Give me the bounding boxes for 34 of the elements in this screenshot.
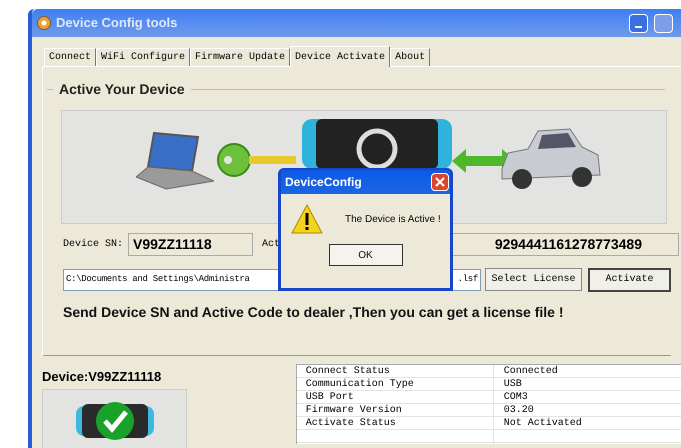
active-code-label: Act — [262, 238, 280, 252]
table-cell: Activate Status — [296, 417, 494, 429]
tab[interactable]: About — [390, 48, 430, 66]
tab[interactable]: Connect — [44, 48, 96, 66]
table-cell: USB Port — [296, 391, 494, 403]
dialog-message: The Device is Active ! — [345, 212, 441, 226]
instruction-text: Send Device SN and Active Code to dealer ,Then you can get a license file ! — [63, 303, 565, 322]
group-title: Active Your Device — [58, 80, 186, 99]
window-title: Device Config tools — [56, 14, 178, 32]
tab[interactable]: Device Activate — [290, 46, 390, 67]
device-sn-field[interactable]: V99ZZ11118 — [128, 233, 253, 256]
select-license-button[interactable]: Select License — [485, 268, 582, 291]
table-cell-text: 03.20 — [502, 404, 535, 416]
tab[interactable]: Firmware Update — [190, 48, 290, 66]
table-cell-text: Connected — [502, 365, 559, 377]
minimize-button[interactable] — [629, 14, 648, 32]
active-code-field[interactable]: 9294441161278773489 — [451, 233, 679, 256]
table-cell: Connect Status — [296, 365, 494, 377]
close-icon — [435, 177, 445, 187]
ok-button[interactable]: OK — [328, 244, 402, 266]
table-cell: Communication Type — [296, 378, 494, 390]
table-cell: Firmware Version — [296, 404, 494, 416]
tab[interactable]: WiFi Configure — [96, 48, 190, 66]
activate-button[interactable]: Activate — [588, 268, 671, 292]
device-sn-label: Device SN: — [63, 238, 124, 252]
device-label: Device:V99ZZ11118 — [42, 368, 162, 386]
warning-icon — [291, 204, 323, 234]
table-cell-text: COM3 — [502, 391, 529, 403]
close-button[interactable] — [431, 173, 449, 191]
dialog-title: DeviceConfig — [285, 174, 363, 191]
maximize-button[interactable] — [654, 14, 673, 32]
table-cell-text: USB — [502, 378, 523, 390]
device-check-icon — [76, 400, 154, 442]
table-cell-text: Not Activated — [502, 417, 583, 429]
